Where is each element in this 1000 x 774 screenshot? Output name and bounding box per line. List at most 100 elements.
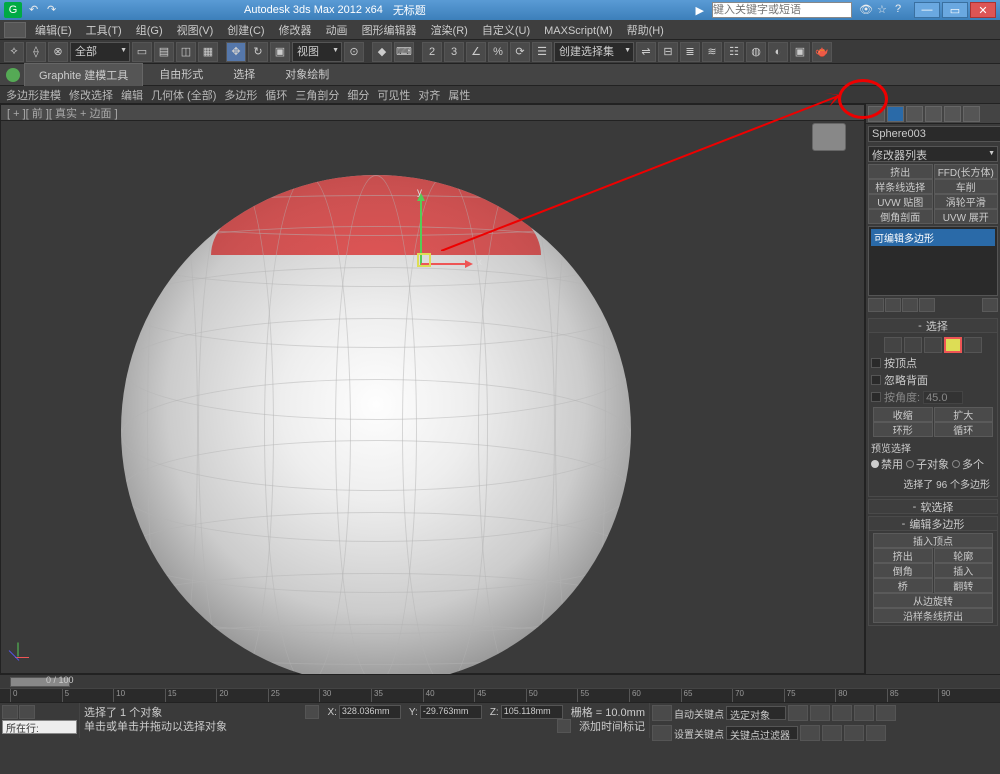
nav-max-icon[interactable] [866,725,886,741]
snap3d-icon[interactable]: 3 [444,42,464,62]
subobj-element-icon[interactable] [964,337,982,353]
remove-mod-icon[interactable] [919,298,935,312]
previewoff-radio[interactable] [871,460,879,468]
menu-修改器[interactable]: 修改器 [272,25,319,37]
ignoreback-checkbox[interactable] [871,375,881,385]
coord-y-field[interactable]: -29.763mm [420,705,482,719]
spinnersnap-icon[interactable]: ⟳ [510,42,530,62]
ribbon-tab-0[interactable]: Graphite 建模工具 [24,63,143,86]
selection-filter-dropdown[interactable]: 全部 [70,42,130,62]
app-menu-icon[interactable] [4,22,26,38]
modbtn-倒角剖面[interactable]: 倒角剖面 [868,209,933,224]
ring-button[interactable]: 环形 [873,422,933,437]
menu-MAXScript(M)[interactable]: MAXScript(M) [537,25,619,37]
alongspine-button[interactable]: 沿样条线挤出 [873,608,993,623]
ribbon-panel-修改选择[interactable]: 修改选择 [69,87,113,103]
rollout-softsel[interactable]: 软选择 [868,499,998,514]
motion-tab-icon[interactable] [925,106,942,122]
nextframe-icon[interactable] [854,705,874,721]
gotostart-icon[interactable] [788,705,808,721]
pctsnap-icon[interactable]: % [488,42,508,62]
ribbon-panel-对齐[interactable]: 对齐 [418,87,440,103]
rollout-select[interactable]: 选择 [868,318,998,333]
window-crossing-icon[interactable]: ▦ [198,42,218,62]
utilities-tab-icon[interactable] [963,106,980,122]
search-icon[interactable]: 👁 [859,3,875,17]
rollout-editpoly[interactable]: 编辑多边形 [868,516,998,531]
select-icon[interactable]: ▭ [132,42,152,62]
render-icon[interactable]: 🫖 [812,42,832,62]
modifier-list-dropdown[interactable]: 修改器列表 [868,146,998,162]
refcoord-dropdown[interactable]: 视图 [292,42,342,62]
menu-图形编辑器[interactable]: 图形编辑器 [355,25,424,37]
schematic-icon[interactable]: ☷ [724,42,744,62]
mini-listener-icon[interactable] [2,705,18,719]
mirror-icon[interactable]: ⇌ [636,42,656,62]
modbtn-样条线选择[interactable]: 样条线选择 [868,179,933,194]
add-timetag[interactable]: 添加时间标记 [579,718,645,734]
layers-icon[interactable]: ≣ [680,42,700,62]
ribbon-panel-几何体 (全部)[interactable]: 几何体 (全部) [151,87,216,103]
prevframe-icon[interactable] [810,705,830,721]
shrink-button[interactable]: 收缩 [873,407,933,422]
menu-组(G)[interactable]: 组(G) [129,25,170,37]
matedit-icon[interactable]: ◍ [746,42,766,62]
lock-icon[interactable] [305,705,319,719]
time-ruler[interactable]: 051015202530354045505560657075808590 [0,688,1000,702]
modbtn-FFD(长方体)[interactable]: FFD(长方体) [934,164,999,179]
renderframe-icon[interactable]: ▣ [790,42,810,62]
setkey-button[interactable]: 设置关键点 [674,726,724,741]
undo-icon[interactable]: ↶ [29,3,45,17]
fromedge-button[interactable]: 从边旋转 [873,593,993,608]
menu-帮助(H)[interactable]: 帮助(H) [620,25,671,37]
autokey-button[interactable]: 自动关键点 [674,706,724,721]
ribbon-toggle-icon[interactable] [6,68,20,82]
coord-z-field[interactable]: 105.118mm [501,705,563,719]
transform-gizmo[interactable] [381,195,461,275]
keymode-icon[interactable] [652,705,672,721]
modbtn-UVW 展开[interactable]: UVW 展开 [934,209,999,224]
minimize-button[interactable]: — [914,2,940,18]
curveeditor-icon[interactable]: ≋ [702,42,722,62]
chevron-right-icon[interactable]: ▶ [696,4,704,17]
ribbon-panel-三角剖分[interactable]: 三角剖分 [295,87,339,103]
move-icon[interactable]: ✥ [226,42,246,62]
loop-button[interactable]: 循环 [934,422,994,437]
previewsub-radio[interactable] [906,460,914,468]
menu-编辑(E)[interactable]: 编辑(E) [28,25,79,37]
align-icon[interactable]: ⊟ [658,42,678,62]
keyfilter-button[interactable]: 关键点过滤器 [726,726,798,740]
mini-macro-icon[interactable] [19,705,35,719]
menu-渲染(R)[interactable]: 渲染(R) [424,25,475,37]
display-tab-icon[interactable] [944,106,961,122]
modifier-stack[interactable]: 可编辑多边形 [868,226,998,296]
subobj-polygon-icon[interactable] [944,337,962,353]
outline-button[interactable]: 轮廓 [934,548,994,563]
menu-动画[interactable]: 动画 [319,25,355,37]
bridge-button[interactable]: 桥 [873,578,933,593]
redo-icon[interactable]: ↷ [47,3,63,17]
menu-创建(C)[interactable]: 创建(C) [220,25,271,37]
unlink-icon[interactable]: ⟠ [26,42,46,62]
link-icon[interactable]: ⟡ [4,42,24,62]
byangle-checkbox[interactable] [871,392,881,402]
setkey-icon[interactable] [652,725,672,741]
extrude-button[interactable]: 挤出 [873,548,933,563]
subobj-vertex-icon[interactable] [884,337,902,353]
show-end-icon[interactable] [885,298,901,312]
modify-tab-icon[interactable] [887,106,904,122]
nav-zoomall-icon[interactable] [844,725,864,741]
maximize-button[interactable]: ▭ [942,2,968,18]
menu-视图(V)[interactable]: 视图(V) [170,25,221,37]
sphere-object[interactable] [121,175,631,685]
snap2d-icon[interactable]: 2 [422,42,442,62]
ribbon-panel-多边形[interactable]: 多边形 [224,87,257,103]
object-name-input[interactable] [868,126,1000,142]
select-name-icon[interactable]: ▤ [154,42,174,62]
menu-自定义(U)[interactable]: 自定义(U) [475,25,537,37]
configure-stack-icon[interactable] [982,298,998,312]
ribbon-panel-多边形建模[interactable]: 多边形建模 [6,87,61,103]
named-selset-dropdown[interactable]: 创建选择集 [554,42,634,62]
grow-button[interactable]: 扩大 [934,407,994,422]
subobj-border-icon[interactable] [924,337,942,353]
